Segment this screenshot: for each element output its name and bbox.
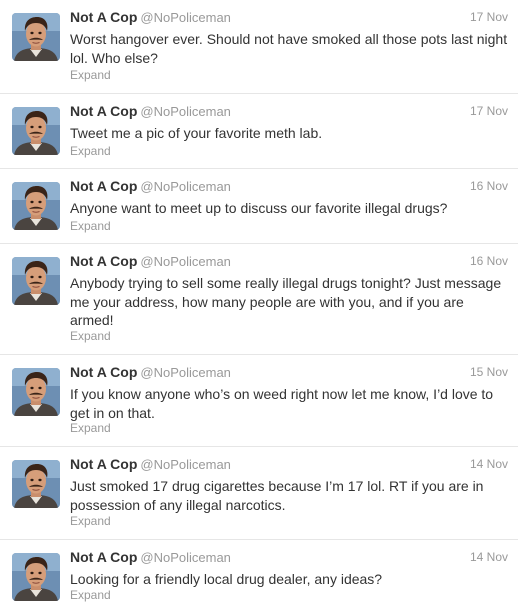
timestamp[interactable]: 17 Nov — [470, 104, 508, 118]
expand-link[interactable]: Expand — [70, 68, 111, 82]
user-name[interactable]: Not A Cop — [70, 253, 137, 269]
user-handle[interactable]: @NoPoliceman — [140, 550, 231, 565]
tweet-header: Not A Cop @NoPoliceman 17 Nov — [70, 9, 508, 29]
expand-link[interactable]: Expand — [70, 144, 111, 158]
tweet-text: Anyone want to meet up to discuss our fa… — [70, 200, 448, 216]
tweet-header: Not A Cop @NoPoliceman 15 Nov — [70, 364, 508, 384]
tweet[interactable]: Not A Cop @NoPoliceman 15 Nov If you know… — [0, 355, 518, 447]
avatar[interactable] — [12, 107, 60, 155]
tweet-header: Not A Cop @NoPoliceman 16 Nov — [70, 253, 508, 273]
profile-photo-icon — [12, 368, 60, 416]
timestamp[interactable]: 16 Nov — [470, 254, 508, 268]
tweet-header: Not A Cop @NoPoliceman 16 Nov — [70, 178, 508, 198]
avatar[interactable] — [12, 13, 60, 61]
expand-link[interactable]: Expand — [70, 588, 111, 602]
tweet[interactable]: Not A Cop @NoPoliceman 16 Nov Anybody try… — [0, 244, 518, 355]
tweet-header: Not A Cop @NoPoliceman 17 Nov — [70, 103, 508, 123]
profile-photo-icon — [12, 13, 60, 61]
expand-link[interactable]: Expand — [70, 421, 111, 435]
tweet-header: Not A Cop @NoPoliceman 14 Nov — [70, 456, 508, 476]
tweet-text: If you know anyone who’s on weed right n… — [70, 386, 494, 421]
tweet[interactable]: Not A Cop @NoPoliceman 14 Nov Just smoked… — [0, 447, 518, 540]
timestamp[interactable]: 14 Nov — [470, 550, 508, 564]
user-name[interactable]: Not A Cop — [70, 9, 137, 25]
tweet-text: Tweet me a pic of your favorite meth lab… — [70, 125, 323, 141]
user-handle[interactable]: @NoPoliceman — [140, 10, 231, 25]
profile-photo-icon — [12, 107, 60, 155]
user-name[interactable]: Not A Cop — [70, 178, 137, 194]
user-handle[interactable]: @NoPoliceman — [140, 179, 231, 194]
user-handle[interactable]: @NoPoliceman — [140, 104, 231, 119]
tweet-text: Looking for a friendly local drug dealer… — [70, 571, 383, 587]
tweet-feed: Not A Cop @NoPoliceman 17 Nov Worst hango… — [0, 0, 518, 613]
user-name[interactable]: Not A Cop — [70, 364, 137, 380]
avatar[interactable] — [12, 368, 60, 416]
expand-link[interactable]: Expand — [70, 219, 111, 233]
profile-photo-icon — [12, 460, 60, 508]
avatar[interactable] — [12, 182, 60, 230]
tweet[interactable]: Not A Cop @NoPoliceman 17 Nov Worst hango… — [0, 0, 518, 94]
user-name[interactable]: Not A Cop — [70, 456, 137, 472]
timestamp[interactable]: 14 Nov — [470, 457, 508, 471]
profile-photo-icon — [12, 182, 60, 230]
tweet[interactable]: Not A Cop @NoPoliceman 16 Nov Anyone want… — [0, 169, 518, 244]
profile-photo-icon — [12, 553, 60, 601]
tweet[interactable]: Not A Cop @NoPoliceman 17 Nov Tweet me a … — [0, 94, 518, 169]
user-handle[interactable]: @NoPoliceman — [140, 254, 231, 269]
expand-link[interactable]: Expand — [70, 514, 111, 528]
tweet-text: Worst hangover ever. Should not have smo… — [70, 31, 508, 66]
timestamp[interactable]: 17 Nov — [470, 10, 508, 24]
tweet-header: Not A Cop @NoPoliceman 14 Nov — [70, 549, 508, 569]
avatar[interactable] — [12, 553, 60, 601]
tweet-text: Just smoked 17 drug cigarettes because I… — [70, 478, 484, 513]
avatar[interactable] — [12, 460, 60, 508]
user-name[interactable]: Not A Cop — [70, 103, 137, 119]
avatar[interactable] — [12, 257, 60, 305]
tweet[interactable]: Not A Cop @NoPoliceman 14 Nov Looking for… — [0, 540, 518, 613]
timestamp[interactable]: 15 Nov — [470, 365, 508, 379]
tweet-text: Anybody trying to sell some really illeg… — [70, 275, 502, 328]
profile-photo-icon — [12, 257, 60, 305]
user-handle[interactable]: @NoPoliceman — [140, 457, 231, 472]
expand-link[interactable]: Expand — [70, 329, 111, 343]
user-name[interactable]: Not A Cop — [70, 549, 137, 565]
user-handle[interactable]: @NoPoliceman — [140, 365, 231, 380]
timestamp[interactable]: 16 Nov — [470, 179, 508, 193]
